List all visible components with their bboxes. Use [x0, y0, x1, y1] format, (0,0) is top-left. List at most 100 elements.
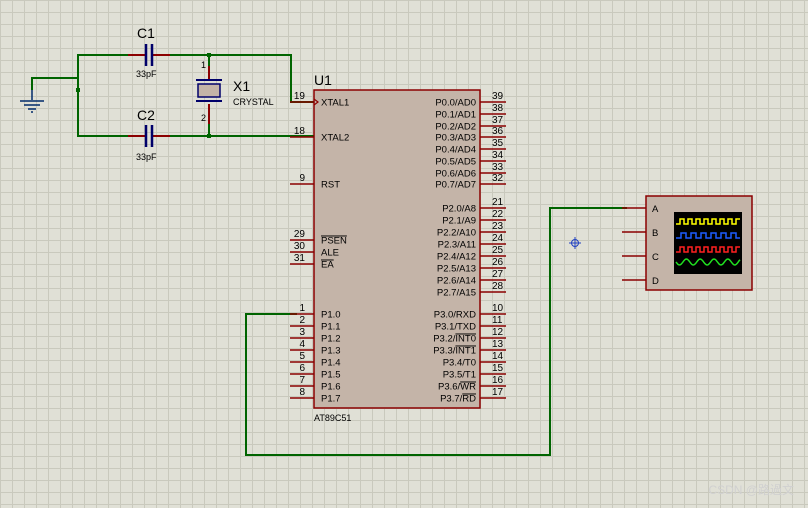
pin-number: 34 — [492, 150, 504, 161]
scope-channel-c[interactable]: C — [622, 252, 659, 263]
pin-name: P0.7/AD7 — [435, 180, 476, 191]
pin-number: 37 — [492, 115, 504, 126]
pin-name: P3.7/RD — [440, 394, 476, 405]
pin-number: 22 — [492, 209, 504, 220]
pin-name: P2.4/A12 — [437, 252, 476, 263]
u1-part: AT89C51 — [314, 413, 351, 423]
wire-ground-to-caps — [31, 77, 78, 90]
u1-ref: U1 — [314, 72, 332, 88]
pin-name: ALE — [321, 248, 339, 259]
junction-dot — [207, 53, 211, 57]
pin-number: 18 — [294, 126, 306, 137]
pin-number: 1 — [299, 303, 305, 314]
pin-number: 28 — [492, 281, 504, 292]
capacitor-c1[interactable]: C1 33pF — [128, 25, 170, 79]
pin-name: P1.1 — [321, 322, 341, 333]
pin-number: 36 — [492, 126, 504, 137]
pin-number: 24 — [492, 233, 504, 244]
oscilloscope[interactable]: A B C D — [622, 195, 753, 291]
pin-name: P0.4/AD4 — [435, 145, 476, 156]
pin-number: 38 — [492, 103, 504, 114]
scope-channel-label: B — [652, 228, 658, 239]
pin-name: P0.0/AD0 — [435, 98, 476, 109]
pin-number: 27 — [492, 269, 504, 280]
pin-name: EA — [321, 260, 334, 271]
pin-number: 10 — [492, 303, 504, 314]
scope-channel-label: D — [652, 276, 659, 287]
pin-name: RST — [321, 180, 340, 191]
pin-name: P1.4 — [321, 358, 341, 369]
pin-number: 13 — [492, 339, 504, 350]
pin-number: 39 — [492, 91, 504, 102]
x1-pin2-num: 2 — [201, 113, 206, 123]
scope-channel-b[interactable]: B — [622, 228, 658, 239]
pin-number: 32 — [492, 173, 504, 184]
x1-ref: X1 — [233, 78, 250, 94]
c2-ref: C2 — [137, 107, 155, 123]
pin-number: 15 — [492, 363, 504, 374]
pin-name: P3.2/INT0 — [433, 334, 476, 345]
pin-name: P0.5/AD5 — [435, 157, 476, 168]
pin-number: 14 — [492, 351, 504, 362]
junction-dot — [76, 88, 80, 92]
pin-name: P2.1/A9 — [442, 216, 476, 227]
pin-name: P1.6 — [321, 382, 341, 393]
pin-number: 5 — [299, 351, 305, 362]
probe-crosshair-icon[interactable] — [569, 237, 581, 249]
c1-ref: C1 — [137, 25, 155, 41]
pin-name: P2.7/A15 — [437, 288, 476, 299]
pin-name: P0.3/AD3 — [435, 133, 476, 144]
pin-name: P3.3/INT1 — [433, 346, 476, 357]
pin-number: 2 — [299, 315, 305, 326]
pin-number: 7 — [299, 375, 305, 386]
pin-name: P1.7 — [321, 394, 341, 405]
pin-number: 9 — [299, 173, 305, 184]
pin-number: 12 — [492, 327, 504, 338]
u1-right-pins: 39 P0.0/AD0 38 P0.1/AD1 37 P0.2/AD2 36 P0.3/AD3… — [433, 91, 506, 405]
crystal-x1[interactable]: 1 2 X1 CRYSTAL — [196, 60, 274, 124]
c1-value: 33pF — [136, 69, 157, 79]
ground-symbol[interactable] — [20, 90, 44, 113]
pin-number: 21 — [492, 197, 504, 208]
pin-name: P3.0/RXD — [434, 310, 476, 321]
pin-name: PSEN — [321, 236, 347, 247]
pin-name: P3.1/TXD — [435, 322, 476, 333]
pin-number: 17 — [492, 387, 504, 398]
schematic-canvas[interactable]: C1 33pF C2 33pF 1 2 X1 CRYSTAL U1 AT89C5… — [0, 0, 808, 508]
pin-name: P0.1/AD1 — [435, 110, 476, 121]
pin-name: P2.3/A11 — [438, 240, 476, 251]
pin-number: 19 — [294, 91, 306, 102]
capacitor-c2[interactable]: C2 33pF — [128, 107, 170, 162]
pin-number: 16 — [492, 375, 504, 386]
pin-name: P2.2/A10 — [437, 228, 476, 239]
pin-number: 35 — [492, 138, 504, 149]
scope-channel-d[interactable]: D — [622, 276, 659, 287]
pin-name: P1.2 — [321, 334, 341, 345]
scope-channel-label: A — [652, 204, 659, 215]
pin-name: P0.2/AD2 — [435, 122, 476, 133]
c2-value: 33pF — [136, 152, 157, 162]
mcu-u1[interactable]: U1 AT89C51 19XTAL118XTAL29RST29PSEN30ALE… — [290, 72, 506, 423]
watermark: CSDN @路過文 — [708, 483, 794, 497]
pin-number: 4 — [299, 339, 305, 350]
junctions — [76, 53, 211, 138]
pin-name: P1.3 — [321, 346, 341, 357]
junction-dot — [207, 134, 211, 138]
pin-number: 11 — [492, 315, 503, 326]
pin-number: 8 — [299, 387, 305, 398]
pin-number: 30 — [294, 241, 306, 252]
pin-name: P3.4/T0 — [443, 358, 476, 369]
pin-number: 33 — [492, 162, 504, 173]
pin-number: 29 — [294, 229, 306, 240]
pin-name: XTAL1 — [321, 98, 349, 109]
pin-number: 6 — [299, 363, 305, 374]
x1-body — [197, 83, 221, 98]
pin-name: P1.0 — [321, 310, 341, 321]
scope-channel-a[interactable]: A — [622, 204, 659, 215]
pin-name: P1.5 — [321, 370, 341, 381]
pin-name: P3.6/WR — [438, 382, 476, 393]
wire-c1-to-xtal1 — [77, 54, 138, 137]
pin-number: 31 — [294, 253, 306, 264]
pin-name: P3.5/T1 — [443, 370, 476, 381]
pin-name: P0.6/AD6 — [435, 169, 476, 180]
